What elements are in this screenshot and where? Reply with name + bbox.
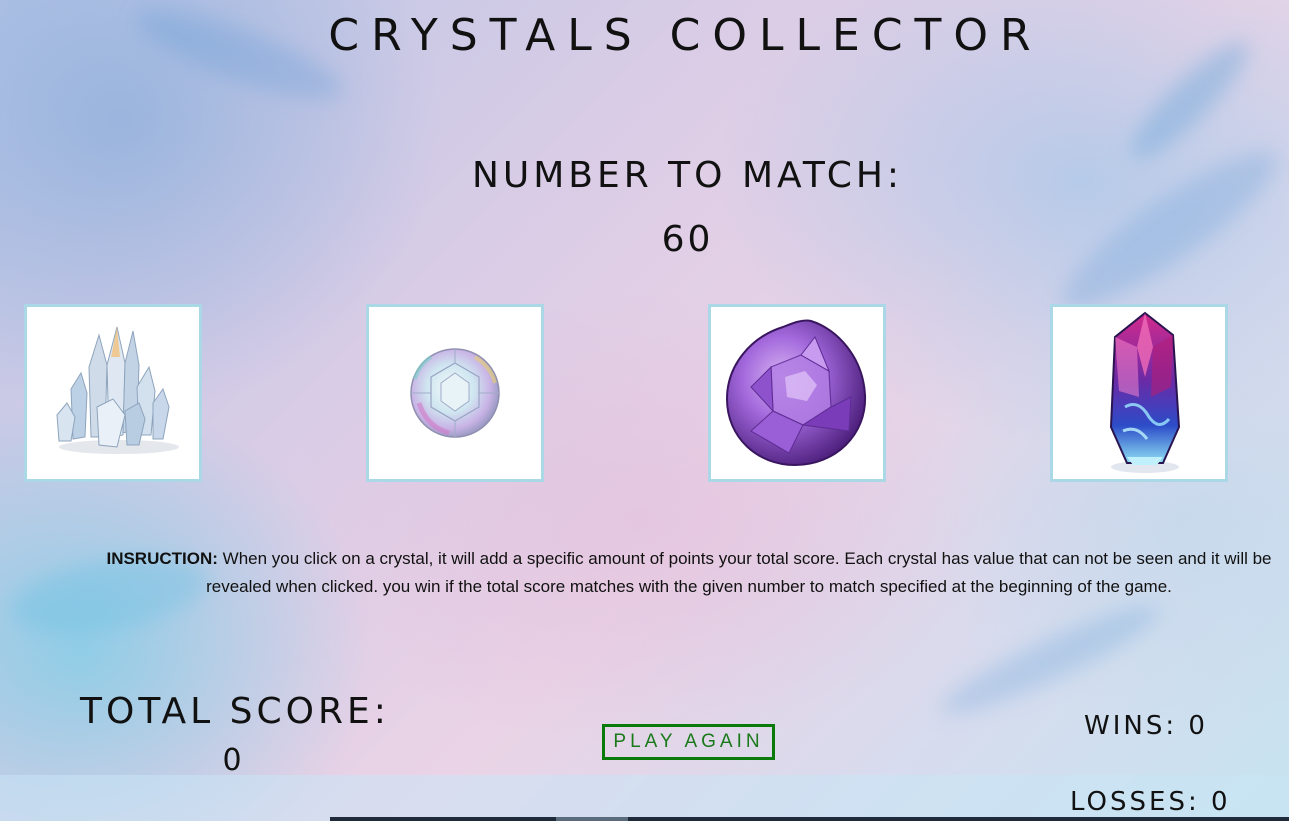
instructions-text: INSRUCTION: When you click on a crystal,… xyxy=(105,545,1273,601)
crystal-button-3[interactable] xyxy=(708,304,886,482)
instructions-label: INSRUCTION: xyxy=(106,549,218,568)
crystal-button-4[interactable] xyxy=(1050,304,1228,482)
game-title: CRYSTALS COLLECTOR xyxy=(328,10,1043,61)
wins-counter: WINS: 0 xyxy=(1084,711,1208,741)
horizontal-scrollbar-track[interactable] xyxy=(330,817,1289,821)
target-label: NUMBER TO MATCH: xyxy=(471,155,904,196)
crystal-button-1[interactable] xyxy=(24,304,202,482)
instructions-body: When you click on a crystal, it will add… xyxy=(206,549,1272,596)
total-score-label: TOTAL SCORE: xyxy=(80,691,390,732)
amethyst-gem-icon xyxy=(725,319,867,467)
iridescent-gem-icon xyxy=(410,348,500,438)
crystal-button-2[interactable] xyxy=(366,304,544,482)
losses-counter: LOSSES: 0 xyxy=(1070,787,1231,817)
horizontal-scrollbar-thumb[interactable] xyxy=(556,817,628,821)
target-number: 60 xyxy=(661,219,714,260)
play-again-button[interactable]: PLAY AGAIN xyxy=(602,724,775,760)
clear-quartz-cluster-icon xyxy=(56,326,179,454)
crystal-point-icon xyxy=(1109,311,1181,473)
